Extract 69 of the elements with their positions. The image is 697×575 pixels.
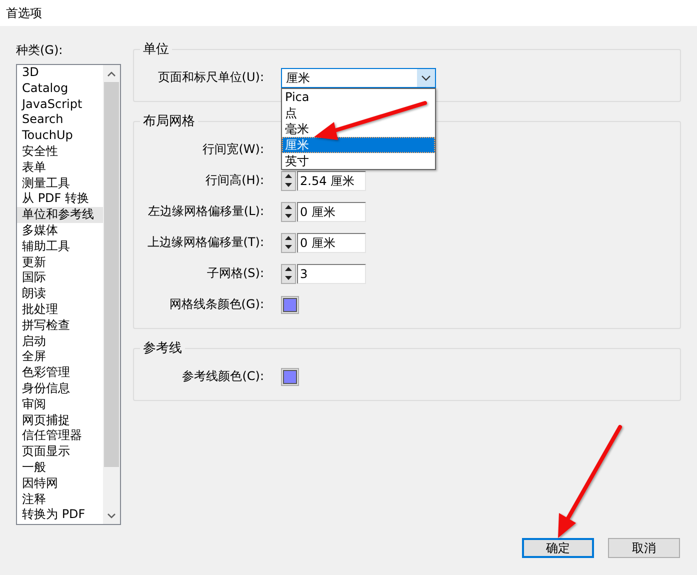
down-arrow-icon — [285, 214, 292, 218]
field-label: 网格线条颜色(G): — [168, 296, 264, 313]
group-title: 参考线 — [142, 340, 183, 357]
field-label: 行间宽(W): — [202, 141, 264, 158]
up-arrow-icon — [285, 236, 292, 240]
group-title: 单位 — [142, 41, 170, 58]
category-item[interactable]: 国际 — [17, 270, 103, 286]
field-label: 左边缘网格偏移量(L): — [146, 203, 264, 220]
dialog-button[interactable]: 确定 — [522, 538, 594, 558]
down-arrow-icon — [285, 183, 292, 187]
category-list[interactable]: 3D Catalog JavaScript Search TouchUp 安全性 表单 测量工具 从 PDF 转换 单位和参考线 多媒体 辅助工具 更新 国际 朗读 批处理 拼写检查 启动 全屏 色彩管理 身份信息 审阅 网页捕捉 信任管理器 页面显示 一般 因特网 注释 转换为 PDF — [16, 64, 121, 525]
category-item[interactable]: 朗读 — [17, 286, 103, 302]
category-item[interactable]: 网页捕捉 — [17, 412, 103, 428]
category-item[interactable]: 页面显示 — [17, 444, 103, 460]
dropdown-option[interactable]: 英寸 — [282, 152, 435, 168]
category-item[interactable]: 批处理 — [17, 302, 103, 318]
number-field[interactable]: 0 厘米 — [297, 202, 366, 222]
category-item[interactable]: Search — [17, 112, 103, 128]
category-item[interactable]: 色彩管理 — [17, 365, 103, 381]
category-item[interactable]: 辅助工具 — [17, 238, 103, 255]
category-item[interactable]: 从 PDF 转换 — [17, 191, 103, 208]
number-field[interactable]: 2.54 厘米 — [297, 170, 366, 190]
spinner[interactable] — [281, 170, 296, 190]
category-item[interactable]: TouchUp — [17, 128, 103, 144]
dropdown-option[interactable]: 点 — [282, 104, 435, 120]
up-arrow-icon — [285, 267, 292, 271]
dropdown-option[interactable]: 厘米 — [282, 136, 435, 152]
up-arrow-icon — [285, 205, 292, 209]
dropdown-option[interactable]: 毫米 — [282, 120, 435, 136]
up-arrow-icon — [285, 174, 292, 178]
category-item[interactable]: JavaScript — [17, 96, 103, 112]
category-item[interactable]: 转换为 PDF — [17, 507, 103, 524]
category-item[interactable]: 启动 — [17, 334, 103, 350]
category-item[interactable]: 安全性 — [17, 144, 103, 160]
category-item[interactable]: 拼写检查 — [17, 318, 103, 334]
category-item[interactable]: 信任管理器 — [17, 428, 103, 444]
category-item[interactable]: 身份信息 — [17, 380, 103, 397]
category-item[interactable]: 全屏 — [17, 349, 103, 366]
field-label: 参考线颜色(C): — [181, 368, 264, 385]
category-item[interactable]: 更新 — [17, 254, 103, 270]
category-item[interactable]: 3D — [17, 65, 103, 81]
spinner[interactable] — [281, 264, 296, 284]
dialog-button[interactable]: 取消 — [608, 538, 680, 558]
group-title: 布局网格 — [142, 113, 196, 130]
category-item[interactable]: 注释 — [17, 492, 103, 508]
spinner[interactable] — [281, 232, 296, 252]
scrollbar[interactable] — [103, 65, 120, 524]
scrollbar-thumb[interactable] — [104, 82, 119, 467]
category-item[interactable]: 因特网 — [17, 476, 103, 492]
chevron-down-icon — [421, 74, 431, 80]
number-field[interactable]: 0 厘米 — [297, 232, 366, 252]
field-label: 子网格(S): — [206, 265, 264, 282]
category-item[interactable]: 审阅 — [17, 396, 103, 413]
dropdown-option[interactable]: Pica — [282, 88, 435, 104]
number-field[interactable]: 3 — [297, 264, 366, 284]
down-arrow-icon — [285, 276, 292, 280]
category-item[interactable]: 测量工具 — [17, 176, 103, 192]
category-item[interactable]: Catalog — [17, 80, 103, 97]
field-label: 行间高(H): — [204, 172, 264, 189]
down-arrow-icon — [285, 245, 292, 249]
field-label: 页面和标尺单位(U): — [156, 69, 264, 86]
field-label: 上边缘网格偏移量(T): — [146, 234, 264, 251]
window-title: 首选项 — [6, 4, 42, 22]
category-label: 种类(G): — [16, 42, 63, 58]
category-item[interactable]: 单位和参考线 — [17, 207, 103, 223]
category-item[interactable]: 表单 — [17, 160, 103, 176]
category-item[interactable]: 多媒体 — [17, 222, 103, 239]
spinner[interactable] — [281, 202, 296, 222]
category-item[interactable]: 一般 — [17, 460, 103, 476]
